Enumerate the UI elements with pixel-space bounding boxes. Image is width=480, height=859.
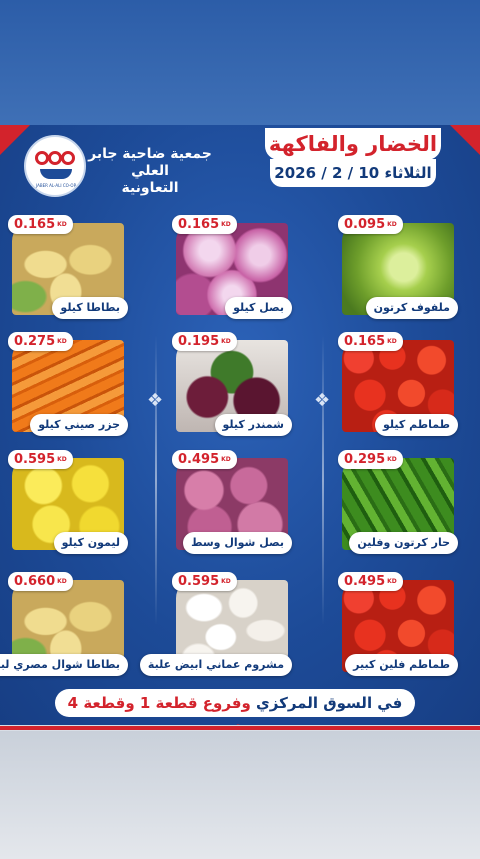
header-box: الخضار والفاكهة الثلاثاء 10 / 2 / 2026 — [262, 128, 448, 188]
price-value: 0.165 — [344, 334, 386, 349]
currency-label: KD — [57, 221, 67, 228]
price-value: 0.275 — [14, 334, 56, 349]
currency-label: KD — [221, 578, 231, 585]
product-label: ليمون كيلو — [53, 532, 128, 554]
price-tag: 0.495 KD — [172, 450, 237, 469]
currency-label: KD — [57, 456, 67, 463]
ornament-icon: ❖ — [314, 390, 331, 411]
product-card: 0.495 KD بصل شوال وسط — [172, 450, 292, 554]
price-tag: 0.195 KD — [172, 332, 237, 351]
currency-label: KD — [57, 578, 67, 585]
currency-label: KD — [57, 338, 67, 345]
price-tag: 0.275 KD — [8, 332, 73, 351]
product-card: 0.165 KD بصل كيلو — [172, 215, 292, 319]
logo-rings-icon — [35, 151, 75, 165]
currency-label: KD — [387, 338, 397, 345]
price-value: 0.165 — [14, 217, 56, 232]
price-tag: 0.595 KD — [8, 450, 73, 469]
price-tag: 0.295 KD — [338, 450, 403, 469]
coop-name: جمعية ضاحية جابر العلي التعاونية — [86, 146, 214, 197]
product-card: 0.275 KD جزر صيني كيلو — [8, 332, 128, 436]
price-value: 0.595 — [14, 452, 56, 467]
price-tag: 0.495 KD — [338, 572, 403, 591]
product-card: 0.595 KD ليمون كيلو — [8, 450, 128, 554]
price-value: 0.195 — [178, 334, 220, 349]
price-value: 0.295 — [344, 452, 386, 467]
logo-emblem: JABER AL-ALI CO-OP — [24, 135, 86, 197]
offer-date: الثلاثاء 10 / 2 / 2026 — [270, 159, 436, 187]
product-card: 0.195 KD شمندر كيلو — [172, 332, 292, 436]
price-value: 0.495 — [344, 574, 386, 589]
logo-wing-icon — [40, 169, 72, 179]
product-label: حار كرتون وفلين — [349, 532, 458, 554]
price-tag: 0.165 KD — [172, 215, 237, 234]
product-label: ملفوف كرتون — [365, 297, 458, 319]
product-card: 0.165 KD بطاطا كيلو — [8, 215, 128, 319]
price-tag: 0.165 KD — [8, 215, 73, 234]
red-stripe — [0, 726, 480, 730]
page-title: الخضار والفاكهة — [265, 128, 441, 160]
column-divider-left — [155, 335, 157, 625]
currency-label: KD — [221, 338, 231, 345]
product-card: 0.165 KD طماطم كيلو — [338, 332, 458, 436]
price-tag: 0.095 KD — [338, 215, 403, 234]
coop-logo: JABER AL-ALI CO-OP جمعية ضاحية جابر العل… — [24, 135, 214, 197]
price-value: 0.095 — [344, 217, 386, 232]
currency-label: KD — [387, 221, 397, 228]
product-card: 0.495 KD طماطم فلين كبير — [338, 572, 458, 676]
currency-label: KD — [221, 456, 231, 463]
price-tag: 0.165 KD — [338, 332, 403, 351]
top-blue-band — [0, 0, 480, 125]
product-label: جزر صيني كيلو — [30, 414, 128, 436]
bottom-gray-area — [0, 731, 480, 859]
currency-label: KD — [387, 456, 397, 463]
column-divider-right — [322, 335, 324, 625]
product-label: بصل شوال وسط — [183, 532, 292, 554]
price-tag: 0.660 KD — [8, 572, 73, 591]
ornament-icon: ❖ — [147, 390, 164, 411]
corner-ribbon-right — [450, 125, 480, 155]
price-tag: 0.595 KD — [172, 572, 237, 591]
logo-ring-text: JABER AL-ALI CO-OP — [35, 183, 76, 188]
product-card: 0.295 KD حار كرتون وفلين — [338, 450, 458, 554]
price-value: 0.165 — [178, 217, 220, 232]
price-value: 0.595 — [178, 574, 220, 589]
offer-flyer: JABER AL-ALI CO-OP جمعية ضاحية جابر العل… — [0, 125, 480, 725]
coop-name-line1: جمعية ضاحية جابر العلي — [88, 146, 212, 179]
coop-name-line2: التعاونية — [121, 180, 179, 196]
product-label: طماطم كيلو — [375, 414, 458, 436]
product-label: مشروم عماني ابيض علبة — [139, 654, 292, 676]
product-label: طماطم فلين كبير — [345, 654, 458, 676]
product-label: بطاطا كيلو — [52, 297, 128, 319]
price-value: 0.660 — [14, 574, 56, 589]
currency-label: KD — [221, 221, 231, 228]
product-card: 0.095 KD ملفوف كرتون — [338, 215, 458, 319]
branches-text-list: وفروع قطعة 1 وقطعة 4 وقطعة 6 — [67, 694, 269, 725]
product-card: 0.595 KD مشروم عماني ابيض علبة — [139, 572, 292, 676]
product-card: 0.660KD بطاطا شوال مصري لبناني — [0, 572, 128, 676]
branches-text-main: في السوق المركزي — [256, 694, 403, 712]
price-value: 0.495 — [178, 452, 220, 467]
product-label: بصل كيلو — [225, 297, 292, 319]
currency-label: KD — [387, 578, 397, 585]
branches-banner: في السوق المركزي وفروع قطعة 1 وقطعة 4 وق… — [55, 689, 415, 725]
product-label: شمندر كيلو — [214, 414, 292, 436]
product-label: بطاطا شوال مصري لبناني — [0, 654, 128, 676]
